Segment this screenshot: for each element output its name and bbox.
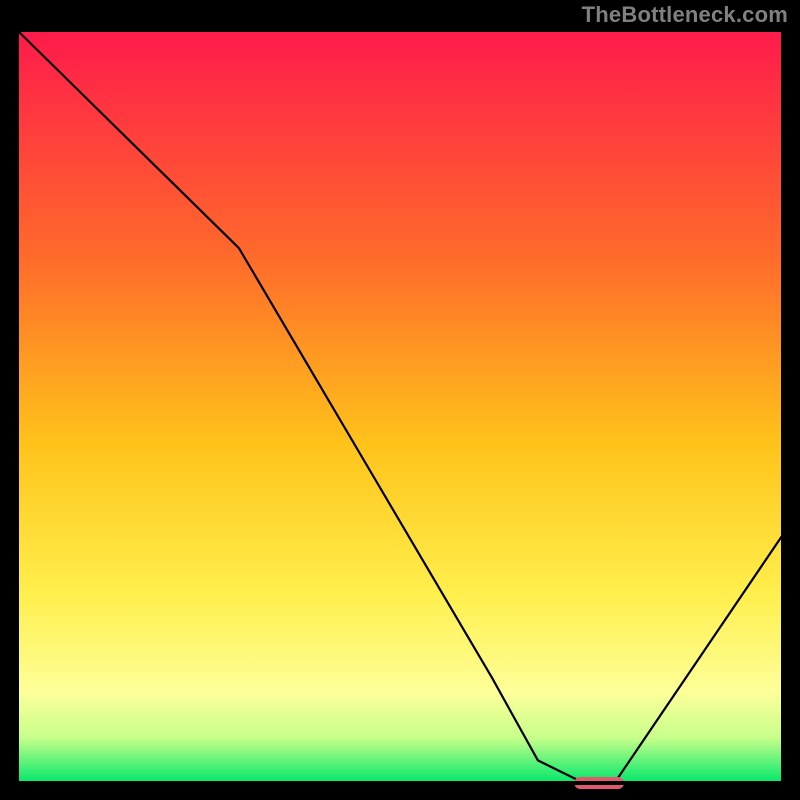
watermark-text: TheBottleneck.com — [582, 2, 788, 28]
bottleneck-chart — [0, 0, 800, 800]
